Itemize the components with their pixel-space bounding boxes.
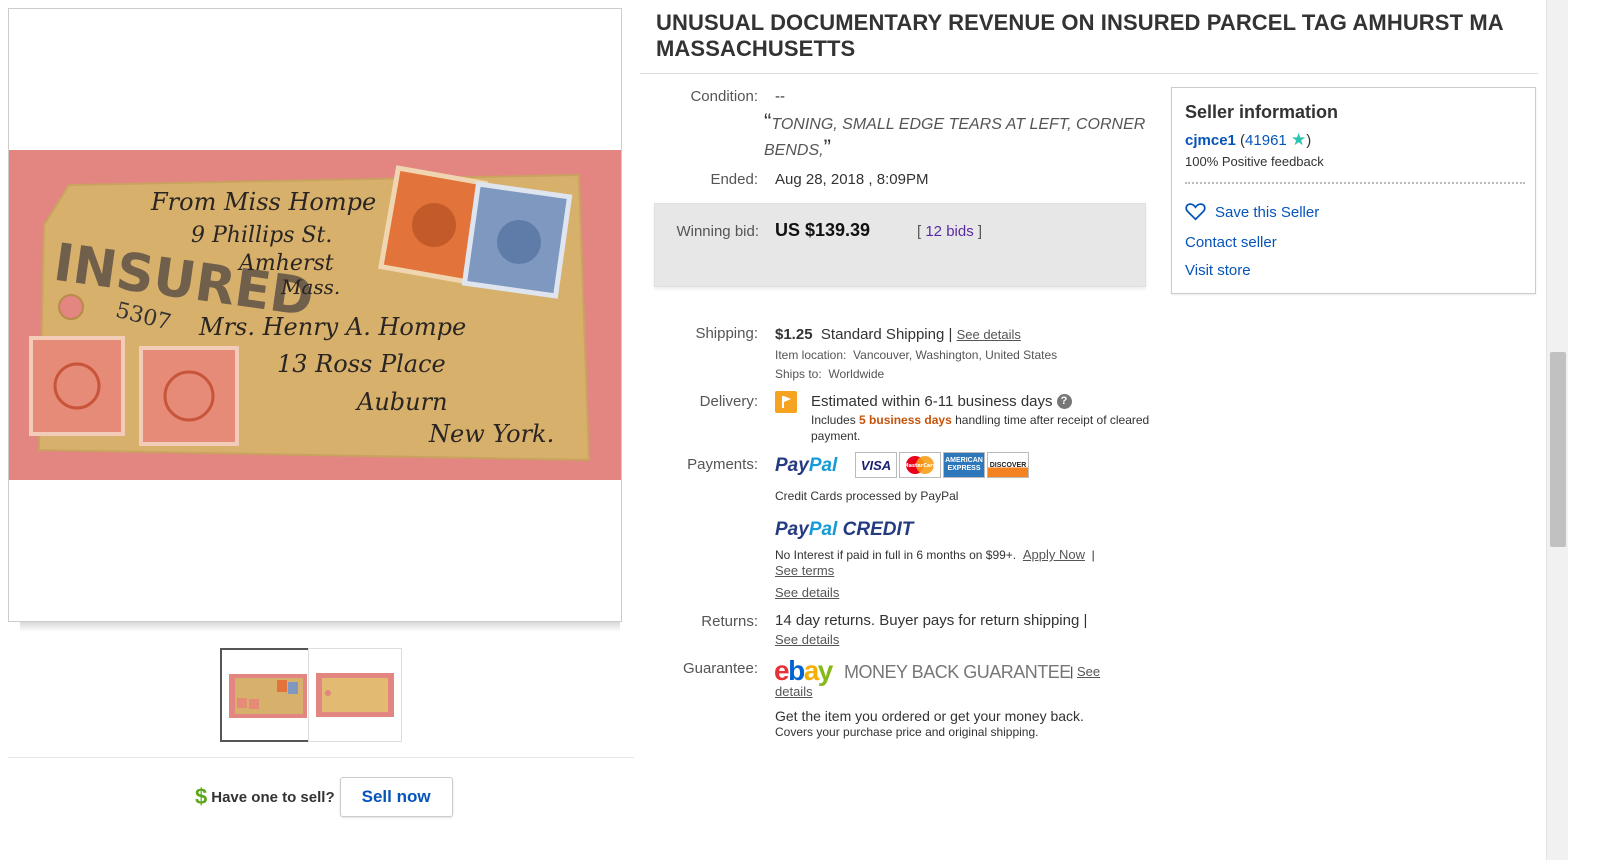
winning-bid-panel: Winning bid: US $139.39 [ 12 bids ] (654, 203, 1146, 287)
shipping-line: $1.25 Standard Shipping | See details (775, 326, 1021, 343)
sell-now-button[interactable]: Sell now (339, 777, 453, 817)
condition-value: -- (775, 88, 785, 105)
scrollbar-thumb[interactable] (1550, 352, 1566, 547)
mastercard-logo: MasterCard (899, 452, 941, 478)
star-icon: ★ (1290, 130, 1307, 149)
guarantee-label: Guarantee: (682, 660, 758, 677)
returns-label: Returns: (701, 613, 758, 630)
image-shadow (20, 622, 620, 632)
paypal-credit-logo: PayPal CREDIT (775, 519, 914, 540)
payments-see-details-link[interactable]: See details (775, 585, 839, 600)
help-icon[interactable]: ? (1056, 394, 1072, 409)
dollar-icon: $ (195, 784, 208, 809)
money-back-guarantee: MONEY BACK GUARANTEE (844, 662, 1071, 682)
heart-icon[interactable] (1185, 202, 1206, 221)
title-divider (640, 73, 1538, 74)
flag-icon (775, 391, 797, 413)
shipping-label: Shipping: (695, 325, 758, 342)
bid-history-link[interactable]: 12 bids (925, 223, 973, 240)
payments-label: Payments: (687, 456, 758, 473)
left-divider (8, 757, 634, 758)
guarantee-see-link[interactable]: See (1077, 664, 1100, 679)
delivery-label: Delivery: (699, 393, 758, 410)
condition-note-text: TONING, SMALL EDGE TEARS AT LEFT, CORNER… (764, 116, 1146, 159)
handling-days: 5 business days (859, 413, 952, 427)
svg-text:MasterCard: MasterCard (904, 463, 937, 469)
sell-promo: $ Have one to sell? Sell now (195, 777, 453, 817)
visit-store-link[interactable]: Visit store (1185, 262, 1251, 279)
svg-text:From Miss Hompe: From Miss Hompe (150, 188, 376, 216)
winning-bid-price: US $139.39 (775, 220, 871, 240)
returns-details: See details (775, 631, 839, 648)
contact-seller-link[interactable]: Contact seller (1185, 234, 1277, 251)
seller-divider (1185, 182, 1525, 184)
card-logos: VISA MasterCard AMERICAN EXPRESS DISCOVE… (855, 452, 1029, 478)
amex-logo: AMERICAN EXPRESS (943, 452, 985, 478)
paypal-logo: PayPal (775, 455, 838, 476)
svg-text:Mass.: Mass. (280, 275, 340, 299)
save-seller-link[interactable]: Save this Seller (1215, 204, 1319, 221)
vertical-scrollbar[interactable] (1546, 0, 1568, 860)
guarantee-details: details (775, 683, 813, 700)
seller-name-line: cjmce1 (41961 ★) (1185, 130, 1312, 149)
svg-text:Auburn: Auburn (355, 388, 448, 416)
svg-text:Amherst: Amherst (237, 251, 334, 276)
main-item-image[interactable]: INSURED 5307 From Miss Hompe 9 Phillips … (8, 8, 622, 622)
delivery-handling: Includes 5 business days handling time a… (811, 413, 1150, 443)
guarantee-text-1: Get the item you ordered or get your mon… (775, 708, 1084, 724)
have-one-text: Have one to sell? (211, 788, 335, 806)
positive-feedback: 100% Positive feedback (1185, 154, 1324, 169)
guarantee-details-link[interactable]: details (775, 684, 813, 699)
thumbnail-1[interactable] (220, 648, 314, 742)
shipping-price: $1.25 (775, 326, 813, 343)
apply-now-link[interactable]: Apply Now (1023, 547, 1085, 562)
delivery-estimate: Estimated within 6-11 business days? (811, 393, 1072, 410)
no-interest-offer: No Interest if paid in full in 6 months … (775, 547, 1095, 578)
seller-info-heading: Seller information (1185, 102, 1339, 122)
guarantee-text-2: Covers your purchase price and original … (775, 725, 1039, 739)
payments-details: See details (775, 584, 839, 601)
svg-text:Mrs. Henry A. Hompe: Mrs. Henry A. Hompe (198, 313, 466, 341)
condition-label: Condition: (690, 88, 758, 105)
feedback-score-link[interactable]: 41961 (1245, 132, 1287, 149)
ended-label: Ended: (710, 171, 758, 188)
returns-value: 14 day returns. Buyer pays for return sh… (775, 612, 1088, 629)
visa-logo: VISA (855, 452, 897, 478)
svg-text:13 Ross Place: 13 Ross Place (277, 350, 446, 378)
guarantee-see: | See (1070, 664, 1101, 679)
item-photo: INSURED 5307 From Miss Hompe 9 Phillips … (9, 150, 621, 480)
bid-count: [ 12 bids ] (917, 223, 983, 240)
svg-text:New York.: New York. (428, 420, 554, 448)
ended-value: Aug 28, 2018 , 8:09PM (775, 171, 929, 188)
window-edge (1568, 0, 1599, 860)
item-title: UNUSUAL DOCUMENTARY REVENUE ON INSURED P… (656, 10, 1503, 61)
seller-username-link[interactable]: cjmce1 (1185, 132, 1236, 149)
thumbnail-2[interactable] (308, 648, 402, 742)
shipping-method: Standard Shipping (820, 326, 945, 343)
discover-logo: DISCOVER (987, 452, 1029, 478)
seller-info-panel: Seller information cjmce1 (41961 ★) 100%… (1171, 87, 1536, 294)
returns-see-details-link[interactable]: See details (775, 632, 839, 647)
svg-text:9 Phillips St.: 9 Phillips St. (191, 223, 332, 248)
ships-to: Ships to: Worldwide (775, 367, 885, 381)
winning-bid-label: Winning bid: (676, 223, 759, 240)
credit-cards-note: Credit Cards processed by PayPal (775, 489, 959, 503)
condition-note: “TONING, SMALL EDGE TEARS AT LEFT, CORNE… (764, 109, 1146, 160)
shipping-see-details-link[interactable]: See details (957, 327, 1021, 342)
item-location: Item location: Vancouver, Washington, Un… (775, 348, 1058, 362)
see-terms-link[interactable]: See terms (775, 563, 834, 578)
